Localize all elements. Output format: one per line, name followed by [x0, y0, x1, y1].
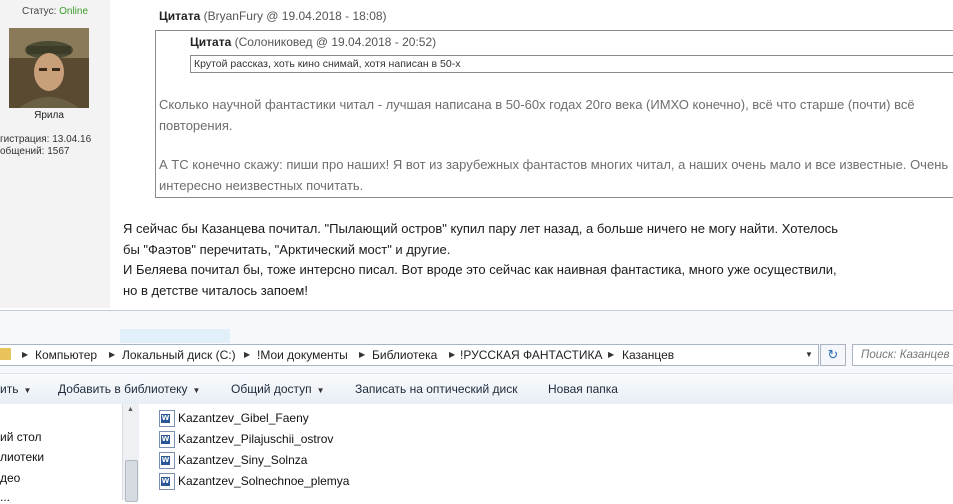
post-body: Цитата (BryanFury @ 19.04.2018 - 18:08) …	[120, 0, 953, 308]
new-folder-button[interactable]: Новая папка	[548, 382, 618, 396]
outer-quote-box: Цитата (Солониковед @ 19.04.2018 - 20:52…	[155, 30, 953, 198]
refresh-icon: ↻	[827, 347, 839, 362]
word-doc-icon: W	[159, 410, 175, 427]
avatar-image	[9, 28, 89, 108]
inner-quote-label: Цитата	[190, 35, 232, 49]
inner-quote-author: (Солониковед @ 19.04.2018 - 20:52)	[234, 35, 437, 49]
organize-label: ить	[0, 382, 19, 396]
reply-line-4: но в детстве читалось запоем!	[123, 282, 308, 298]
username[interactable]: Ярила	[0, 110, 98, 121]
folder-icon	[0, 348, 11, 360]
search-input[interactable]: Поиск: Казанцев	[852, 344, 953, 366]
navigation-pane: ий стол лиотеки део ...	[0, 404, 138, 504]
reply-line-2: бы "Фаэтов" перечитать, "Арктический мос…	[123, 241, 451, 257]
reply-line-1: Я сейчас бы Казанцева почитал. "Пылающий…	[123, 221, 839, 236]
share-label: Общий доступ	[231, 382, 312, 396]
word-doc-icon: W	[159, 452, 175, 469]
chevron-down-icon: ▼	[192, 386, 201, 395]
chevron-down-icon: ▼	[316, 386, 325, 395]
breadcrumb-my-documents[interactable]: !Мои документы	[257, 348, 348, 362]
breadcrumb-arrow-icon[interactable]: ▶	[244, 350, 250, 359]
inner-quote-header: Цитата (Солониковед @ 19.04.2018 - 20:52…	[190, 35, 436, 49]
add-to-library-button[interactable]: Добавить в библиотеку ▼	[58, 382, 200, 396]
breadcrumb-russian-fantasy[interactable]: !РУССКАЯ ФАНТАСТИКА	[460, 348, 602, 362]
nav-item-video[interactable]: део	[0, 471, 20, 485]
file-list: W Kazantzev_Gibel_Faeny W Kazantzev_Pila…	[139, 404, 953, 500]
breadcrumb-local-disk[interactable]: Локальный диск (C:)	[122, 348, 236, 362]
message-count: общений: 1567	[0, 146, 70, 157]
word-doc-icon: W	[159, 431, 175, 448]
nav-scrollbar[interactable]: ▲	[122, 404, 139, 502]
file-name: Kazantzev_Solnechnoe_plemya	[178, 474, 350, 488]
breadcrumb-arrow-icon[interactable]: ▶	[449, 350, 455, 359]
breadcrumb-computer[interactable]: Компьютер	[35, 348, 97, 362]
breadcrumb-arrow-icon[interactable]: ▶	[359, 350, 365, 359]
reply-text: Я сейчас бы Казанцева почитал. "Пылающий…	[123, 219, 943, 301]
burn-disc-button[interactable]: Записать на оптический диск	[355, 382, 518, 396]
breadcrumb-arrow-icon[interactable]: ▶	[608, 350, 614, 359]
address-bar[interactable]: ▶ Компьютер ▶ Локальный диск (C:) ▶ !Мои…	[0, 344, 819, 366]
breadcrumb-library[interactable]: Библиотека	[372, 348, 437, 362]
breadcrumb-arrow-icon[interactable]: ▶	[109, 350, 115, 359]
nav-item-desktop[interactable]: ий стол	[0, 430, 42, 444]
file-name: Kazantzev_Gibel_Faeny	[178, 411, 309, 425]
status-label: Статус:	[21, 6, 57, 17]
reply-line-3: И Беляева почитал бы, тоже интерсно писа…	[123, 262, 837, 277]
organize-button[interactable]: ить ▼	[0, 382, 31, 396]
file-name: Kazantzev_Siny_Solnza	[178, 453, 308, 467]
user-panel: Статус: Online Ярила гистрация: 13.04.16…	[0, 0, 110, 308]
add-library-label: Добавить в библиотеку	[58, 382, 188, 396]
forum-post-area: Статус: Online Ярила гистрация: 13.04.16…	[0, 0, 953, 308]
word-doc-icon: W	[159, 473, 175, 490]
file-name: Kazantzev_Pilajuschii_ostrov	[178, 432, 334, 446]
command-bar: ить ▼ Добавить в библиотеку ▼ Общий доступ…	[0, 373, 953, 405]
quote-paragraph-2: А ТС конечно скажу: пиши про наших! Я во…	[159, 157, 949, 193]
quote-paragraph-1: Сколько научной фантастики читал - лучша…	[159, 97, 915, 133]
outer-quote-label: Цитата	[159, 9, 201, 23]
avatar[interactable]	[9, 28, 89, 108]
nav-item-libraries[interactable]: лиотеки	[0, 450, 44, 464]
scroll-thumb[interactable]	[125, 460, 138, 502]
nav-item-more[interactable]: ...	[0, 490, 10, 504]
refresh-button[interactable]: ↻	[820, 344, 846, 366]
scroll-up-icon[interactable]: ▲	[127, 406, 134, 413]
outer-quote-author: (BryanFury @ 19.04.2018 - 18:08)	[203, 9, 387, 23]
outer-quote-header: Цитата (BryanFury @ 19.04.2018 - 18:08)	[159, 9, 387, 23]
status-value: Online	[59, 6, 89, 17]
explorer-window: ▶ Компьютер ▶ Локальный диск (C:) ▶ !Мои…	[0, 310, 953, 504]
user-status: Статус: Online	[0, 6, 110, 17]
chevron-down-icon[interactable]: ▼	[805, 350, 813, 359]
breadcrumb-kazantsev[interactable]: Казанцев	[622, 348, 674, 362]
registration-date: гистрация: 13.04.16	[0, 134, 92, 145]
share-button[interactable]: Общий доступ ▼	[231, 382, 325, 396]
breadcrumb-arrow-icon[interactable]: ▶	[22, 350, 28, 359]
window-glow	[120, 329, 230, 343]
inner-quote-text: Крутой рассказ, хоть кино снимай, хотя н…	[190, 55, 953, 73]
chevron-down-icon: ▼	[23, 386, 32, 395]
